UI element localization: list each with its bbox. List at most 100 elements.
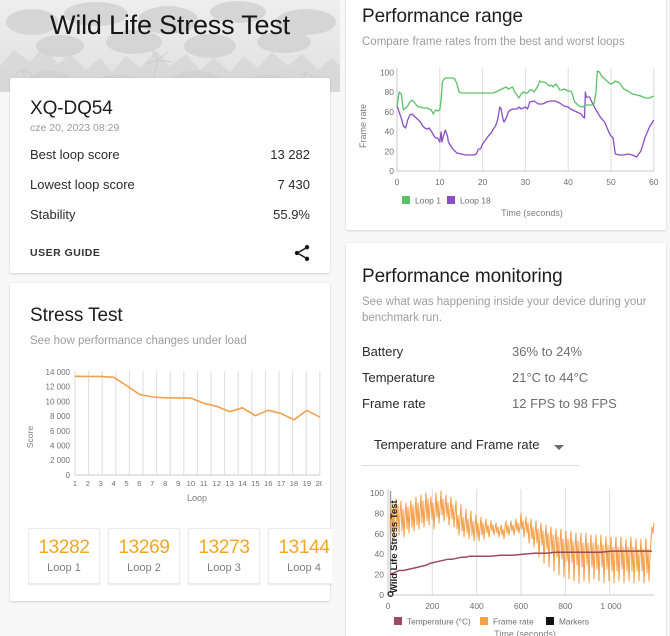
metric-select-dropdown[interactable]: Temperature and Frame rate xyxy=(362,428,580,466)
svg-text:Markers: Markers xyxy=(559,616,589,626)
loop-score-card[interactable]: 13282 Loop 1 xyxy=(28,528,100,584)
chevron-down-icon[interactable] xyxy=(554,445,564,450)
svg-text:0: 0 xyxy=(386,601,391,611)
stress-test-title: Stress Test xyxy=(30,305,123,326)
svg-text:8: 8 xyxy=(163,479,167,488)
performance-range-title: Performance range xyxy=(362,6,523,27)
svg-text:80: 80 xyxy=(375,508,385,518)
loop-score-card[interactable]: 13273 Loop 3 xyxy=(188,528,260,584)
performance-range-subtitle: Compare frame rates from the best and wo… xyxy=(362,36,625,48)
stress-test-results-page: Wild Life Stress Test XQ-DQ54 cze 20, 20… xyxy=(0,0,670,636)
svg-text:0: 0 xyxy=(389,166,394,176)
battery-value: 36% to 24% xyxy=(512,344,583,359)
svg-text:50: 50 xyxy=(606,177,616,187)
svg-text:2: 2 xyxy=(86,479,90,488)
svg-text:Temperature (°C): Temperature (°C) xyxy=(407,616,471,626)
svg-text:6: 6 xyxy=(137,479,141,488)
loop-score-card[interactable]: 13269 Loop 2 xyxy=(108,528,180,584)
svg-text:Score: Score xyxy=(25,426,35,448)
loop-score-label: Loop 4 xyxy=(287,562,321,574)
svg-text:Loop 18: Loop 18 xyxy=(460,196,491,206)
svg-text:400: 400 xyxy=(470,601,484,611)
device-name: XQ-DQ54 xyxy=(30,98,113,119)
chart-legend: Temperature (°C) Frame rate Markers xyxy=(394,616,589,626)
user-guide-button[interactable]: USER GUIDE xyxy=(30,247,100,259)
best-loop-score-row: Best loop score 13 282 xyxy=(30,147,310,162)
svg-text:200: 200 xyxy=(425,601,439,611)
svg-text:15: 15 xyxy=(251,479,259,488)
svg-text:40: 40 xyxy=(375,549,385,559)
svg-text:13: 13 xyxy=(225,479,233,488)
lowest-loop-score-label: Lowest loop score xyxy=(30,177,135,192)
frame-rate-value: 12 FPS to 98 FPS xyxy=(512,396,617,411)
svg-text:8 000: 8 000 xyxy=(50,412,71,421)
best-loop-score-label: Best loop score xyxy=(30,147,120,162)
svg-text:10: 10 xyxy=(187,479,195,488)
loop-scores-strip[interactable]: 13282 Loop 1 13269 Loop 2 13273 Loop 3 1… xyxy=(28,528,332,588)
svg-text:7: 7 xyxy=(150,479,154,488)
temperature-value: 21°C to 44°C xyxy=(512,370,589,385)
loop-score-value: 13273 xyxy=(198,537,250,558)
temperature-row: Temperature 21°C to 44°C xyxy=(362,370,648,385)
performance-monitoring-title: Performance monitoring xyxy=(362,266,563,287)
svg-text:0: 0 xyxy=(66,471,71,480)
right-column: Performance range Compare frame rates fr… xyxy=(340,0,670,636)
svg-text:0: 0 xyxy=(379,590,384,600)
loop-score-card[interactable]: 13144 Loop 4 xyxy=(268,528,332,584)
stress-test-subtitle: See how performance changes under load xyxy=(30,335,247,347)
svg-text:80: 80 xyxy=(385,87,395,97)
svg-text:Frame rate: Frame rate xyxy=(358,104,368,148)
svg-text:Loop 1: Loop 1 xyxy=(415,196,441,206)
loop-score-label: Loop 3 xyxy=(207,562,241,574)
stress-test-card: Stress Test See how performance changes … xyxy=(10,283,332,601)
svg-text:100: 100 xyxy=(370,488,384,498)
device-summary-card: XQ-DQ54 cze 20, 2023 08:29 Best loop sco… xyxy=(10,78,330,273)
svg-text:3: 3 xyxy=(99,479,103,488)
svg-text:9: 9 xyxy=(176,479,180,488)
battery-row: Battery 36% to 24% xyxy=(362,344,648,359)
svg-text:600: 600 xyxy=(514,601,528,611)
svg-text:30: 30 xyxy=(521,177,531,187)
svg-text:20: 20 xyxy=(385,146,395,156)
svg-text:14 000: 14 000 xyxy=(46,368,71,377)
left-column: Wild Life Stress Test XQ-DQ54 cze 20, 20… xyxy=(0,0,340,636)
user-guide-row: USER GUIDE xyxy=(30,243,312,263)
battery-label: Battery xyxy=(362,344,404,359)
svg-text:Time (seconds): Time (seconds) xyxy=(501,208,563,218)
frame-rate-row: Frame rate 12 FPS to 98 FPS xyxy=(362,396,648,411)
svg-text:20: 20 xyxy=(375,570,385,580)
loop-score-label: Loop 1 xyxy=(47,562,81,574)
svg-text:60: 60 xyxy=(385,107,395,117)
metric-select-value: Temperature and Frame rate xyxy=(374,437,540,452)
svg-text:4 000: 4 000 xyxy=(50,442,71,451)
svg-text:10 000: 10 000 xyxy=(46,397,71,406)
svg-text:20: 20 xyxy=(316,479,322,488)
stability-row: Stability 55.9% xyxy=(30,207,310,222)
svg-text:10: 10 xyxy=(435,177,445,187)
svg-text:12 000: 12 000 xyxy=(46,383,71,392)
performance-monitoring-subtitle: See what was happening inside your devic… xyxy=(362,296,647,324)
performance-range-card: Performance range Compare frame rates fr… xyxy=(346,0,666,230)
svg-text:Loop: Loop xyxy=(187,493,207,503)
svg-text:4: 4 xyxy=(111,479,115,488)
performance-range-chart[interactable]: 100 80 60 40 20 0 Frame rate 0 10 20 30 … xyxy=(354,54,660,219)
stress-test-chart[interactable]: 14 000 12 000 10 000 8 000 6 000 4 000 2… xyxy=(22,365,322,509)
svg-text:0: 0 xyxy=(395,177,400,187)
svg-text:20: 20 xyxy=(478,177,488,187)
loop-score-value: 13144 xyxy=(278,537,330,558)
share-icon[interactable] xyxy=(292,243,312,263)
result-timestamp: cze 20, 2023 08:29 xyxy=(30,122,120,134)
svg-text:60: 60 xyxy=(375,529,385,539)
performance-monitoring-chart[interactable]: 100 80 60 40 20 0 Wild Life Stress Test … xyxy=(350,471,662,636)
frame-rate-label: Frame rate xyxy=(362,396,426,411)
svg-text:6 000: 6 000 xyxy=(50,427,71,436)
chart-legend: Loop 1 Loop 18 xyxy=(402,196,491,206)
svg-text:17: 17 xyxy=(277,479,285,488)
loop-score-value: 13282 xyxy=(38,537,90,558)
svg-text:19: 19 xyxy=(303,479,311,488)
svg-text:14: 14 xyxy=(238,479,246,488)
page-title: Wild Life Stress Test xyxy=(50,10,290,40)
loop-score-label: Loop 2 xyxy=(127,562,161,574)
svg-text:Time (seconds): Time (seconds) xyxy=(494,629,556,636)
stability-value: 55.9% xyxy=(273,207,310,222)
